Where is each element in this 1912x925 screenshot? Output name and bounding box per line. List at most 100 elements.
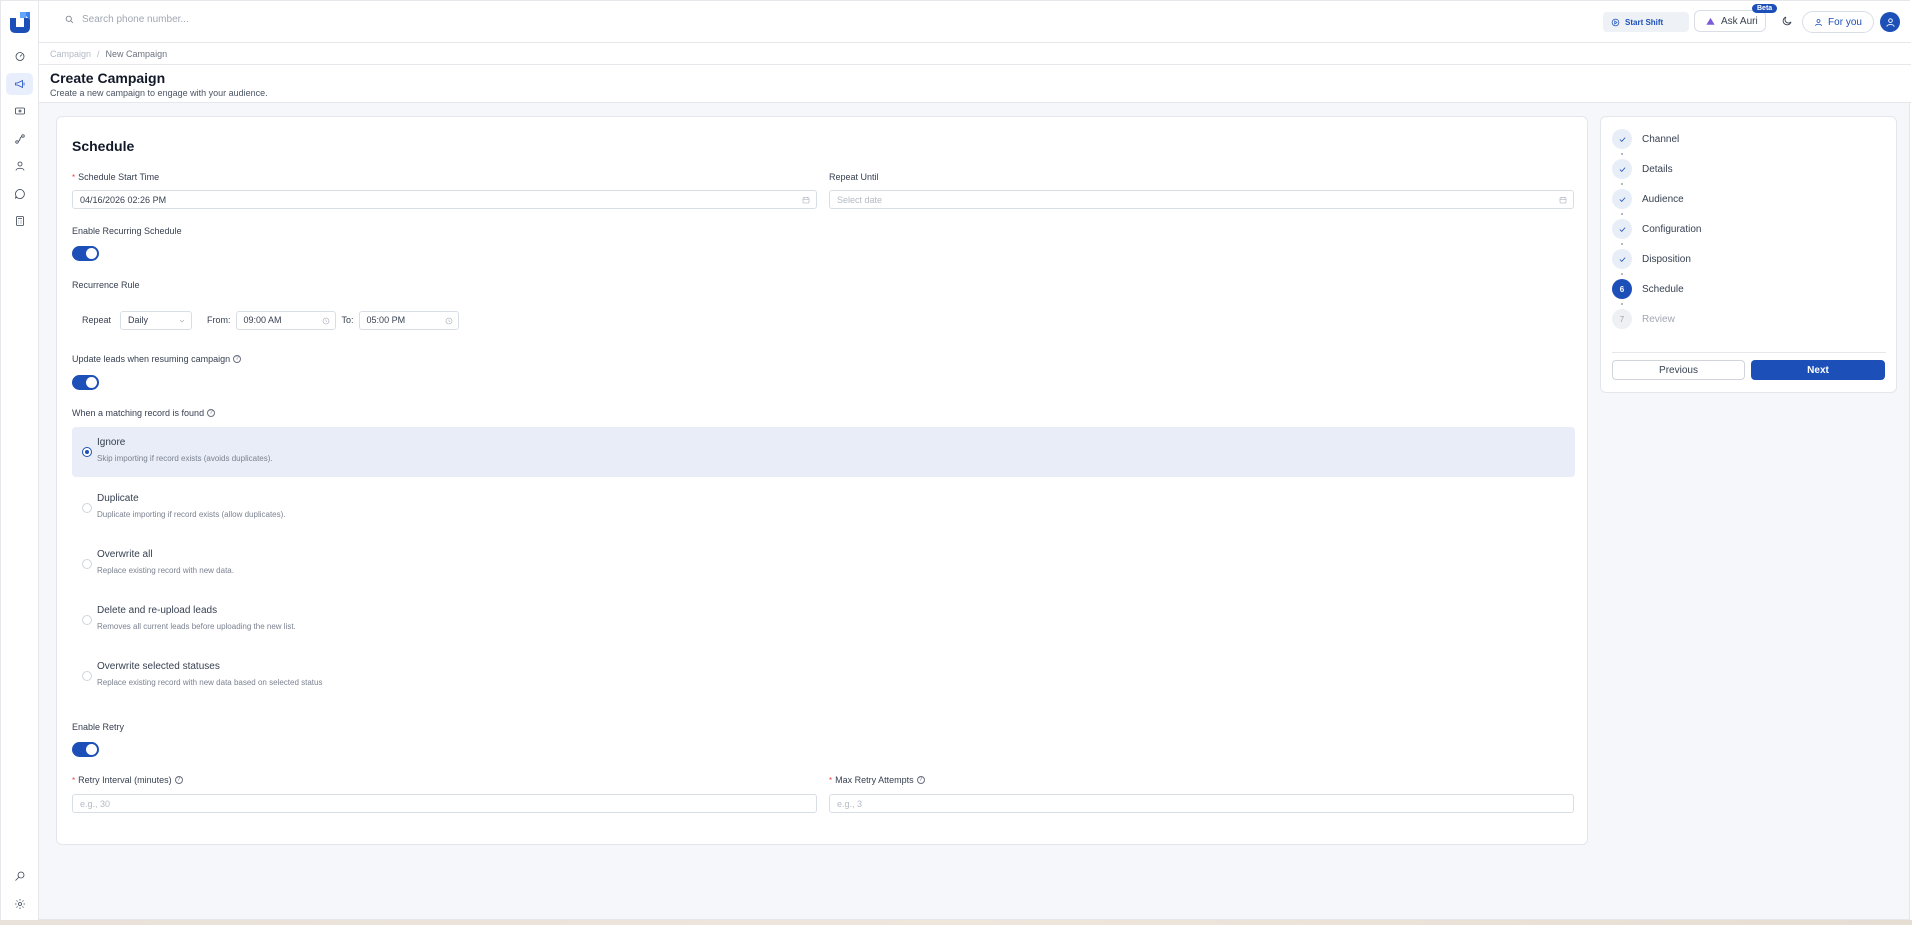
avatar[interactable] xyxy=(1880,12,1900,32)
matching-record-label: When a matching record is found ? xyxy=(72,408,216,418)
max-retry-placeholder: e.g., 3 xyxy=(837,798,863,809)
window-bottom-strip xyxy=(0,920,1912,925)
step-details[interactable]: Details xyxy=(1612,159,1673,179)
update-leads-toggle[interactable] xyxy=(72,375,99,390)
option-description: Replace existing record with new data ba… xyxy=(97,678,323,687)
required-marker: * xyxy=(72,172,76,182)
step-disposition[interactable]: Disposition xyxy=(1612,249,1691,269)
step-review[interactable]: 7 Review xyxy=(1612,309,1675,329)
play-circle-icon xyxy=(1611,18,1620,26)
repeat-label: Repeat xyxy=(82,315,112,325)
ask-auri-label: Ask Auri xyxy=(1721,15,1758,27)
option-title: Overwrite selected statuses xyxy=(97,661,220,672)
start-shift-label: Start Shift xyxy=(1625,17,1664,27)
option-ignore[interactable]: Ignore Skip importing if record exists (… xyxy=(72,427,1575,477)
page-header: Create Campaign Create a new campaign to… xyxy=(39,65,1911,103)
help-icon[interactable]: ? xyxy=(916,776,925,784)
to-time-value: 05:00 PM xyxy=(366,315,406,325)
step-check xyxy=(1612,129,1632,149)
chevron-down-icon xyxy=(178,317,186,327)
step-check xyxy=(1612,159,1632,179)
max-retry-input[interactable]: e.g., 3 xyxy=(829,794,1574,813)
step-label: Details xyxy=(1642,163,1673,175)
option-description: Replace existing record with new data. xyxy=(97,566,234,575)
retry-toggle[interactable] xyxy=(72,742,99,757)
check-icon xyxy=(1619,136,1625,142)
start-shift-button[interactable]: Start Shift xyxy=(1603,12,1689,32)
radio-delete-reupload[interactable] xyxy=(82,615,92,625)
route-icon xyxy=(14,134,25,144)
sidebar xyxy=(1,1,39,921)
recurrence-rule-row: Repeat Daily From: 09:00 AM To: 05:00 PM xyxy=(72,308,459,332)
repeat-select[interactable]: Daily xyxy=(120,310,193,330)
step-channel[interactable]: Channel xyxy=(1612,129,1679,149)
step-number: 6 xyxy=(1612,279,1632,299)
radio-overwrite-all[interactable] xyxy=(82,559,92,569)
option-title: Duplicate xyxy=(97,493,139,504)
option-duplicate[interactable]: Duplicate Duplicate importing if record … xyxy=(72,483,1575,533)
option-overwrite-selected[interactable]: Overwrite selected statuses Replace exis… xyxy=(72,651,1575,701)
breadcrumb-separator: / xyxy=(97,48,100,59)
retry-interval-input[interactable]: e.g., 30 xyxy=(72,794,817,813)
moon-icon xyxy=(1782,16,1792,26)
from-time-field[interactable]: 09:00 AM xyxy=(235,310,336,330)
help-icon[interactable]: ? xyxy=(207,409,216,417)
for-you-label: For you xyxy=(1828,16,1862,28)
start-time-value: 04/16/2026 02:26 PM xyxy=(80,194,167,205)
repeat-until-field[interactable]: Select date xyxy=(829,190,1574,209)
calculator-icon xyxy=(15,216,24,226)
step-schedule[interactable]: 6 Schedule xyxy=(1612,279,1684,299)
nav-contacts[interactable] xyxy=(6,155,33,177)
step-audience[interactable]: Audience xyxy=(1612,189,1684,209)
matching-record-label-text: When a matching record is found xyxy=(72,408,205,418)
chat-icon xyxy=(14,189,25,199)
app-logo[interactable] xyxy=(8,10,32,34)
nav-settings[interactable] xyxy=(6,893,33,915)
step-connector xyxy=(1621,153,1623,155)
radio-ignore[interactable] xyxy=(82,447,92,457)
step-configuration[interactable]: Configuration xyxy=(1612,219,1701,239)
phone-search-input[interactable] xyxy=(82,14,382,25)
to-time-field[interactable]: 05:00 PM xyxy=(358,310,459,330)
page-title: Create Campaign xyxy=(50,70,166,86)
nav-routes[interactable] xyxy=(6,128,33,150)
for-you-button[interactable]: For you xyxy=(1802,11,1874,33)
auri-icon xyxy=(1706,17,1715,25)
theme-toggle[interactable] xyxy=(1781,15,1793,27)
step-check xyxy=(1612,189,1632,209)
radio-duplicate[interactable] xyxy=(82,503,92,513)
calendar-icon xyxy=(1559,196,1567,204)
clock-icon xyxy=(322,317,330,327)
help-icon[interactable]: ? xyxy=(233,355,242,363)
ask-auri-button[interactable]: Ask Auri xyxy=(1694,10,1766,32)
next-button[interactable]: Next xyxy=(1751,360,1885,380)
nav-chat[interactable] xyxy=(6,183,33,205)
nav-campaigns[interactable] xyxy=(6,73,33,95)
nav-calculator[interactable] xyxy=(6,210,33,232)
nav-dashboard[interactable] xyxy=(6,45,33,67)
help-icon[interactable]: ? xyxy=(174,776,183,784)
app-window: Start Shift Ask Auri Beta For you Campai… xyxy=(0,0,1911,921)
search-box[interactable] xyxy=(65,14,382,25)
option-delete-reupload[interactable]: Delete and re-upload leads Removes all c… xyxy=(72,595,1575,645)
nav-search-key[interactable] xyxy=(6,865,33,887)
breadcrumb-campaign[interactable]: Campaign xyxy=(50,49,91,59)
repeat-until-placeholder: Select date xyxy=(837,194,883,205)
step-connector xyxy=(1621,243,1623,245)
radio-overwrite-selected[interactable] xyxy=(82,671,92,681)
previous-button[interactable]: Previous xyxy=(1612,360,1745,380)
clock-icon xyxy=(445,317,453,327)
step-check xyxy=(1612,219,1632,239)
recurring-toggle[interactable] xyxy=(72,246,99,261)
step-connector xyxy=(1621,303,1623,305)
check-icon xyxy=(1619,226,1625,232)
option-overwrite-all[interactable]: Overwrite all Replace existing record wi… xyxy=(72,539,1575,589)
calendar-icon xyxy=(802,196,810,204)
max-retry-label-text: Max Retry Attempts xyxy=(835,775,914,785)
start-time-field[interactable]: 04/16/2026 02:26 PM xyxy=(72,190,817,209)
step-label: Review xyxy=(1642,313,1675,325)
nav-tickets[interactable] xyxy=(6,100,33,122)
option-title: Ignore xyxy=(97,437,126,448)
retry-interval-label: * Retry Interval (minutes) ? xyxy=(72,775,183,785)
schedule-heading: Schedule xyxy=(72,138,135,154)
